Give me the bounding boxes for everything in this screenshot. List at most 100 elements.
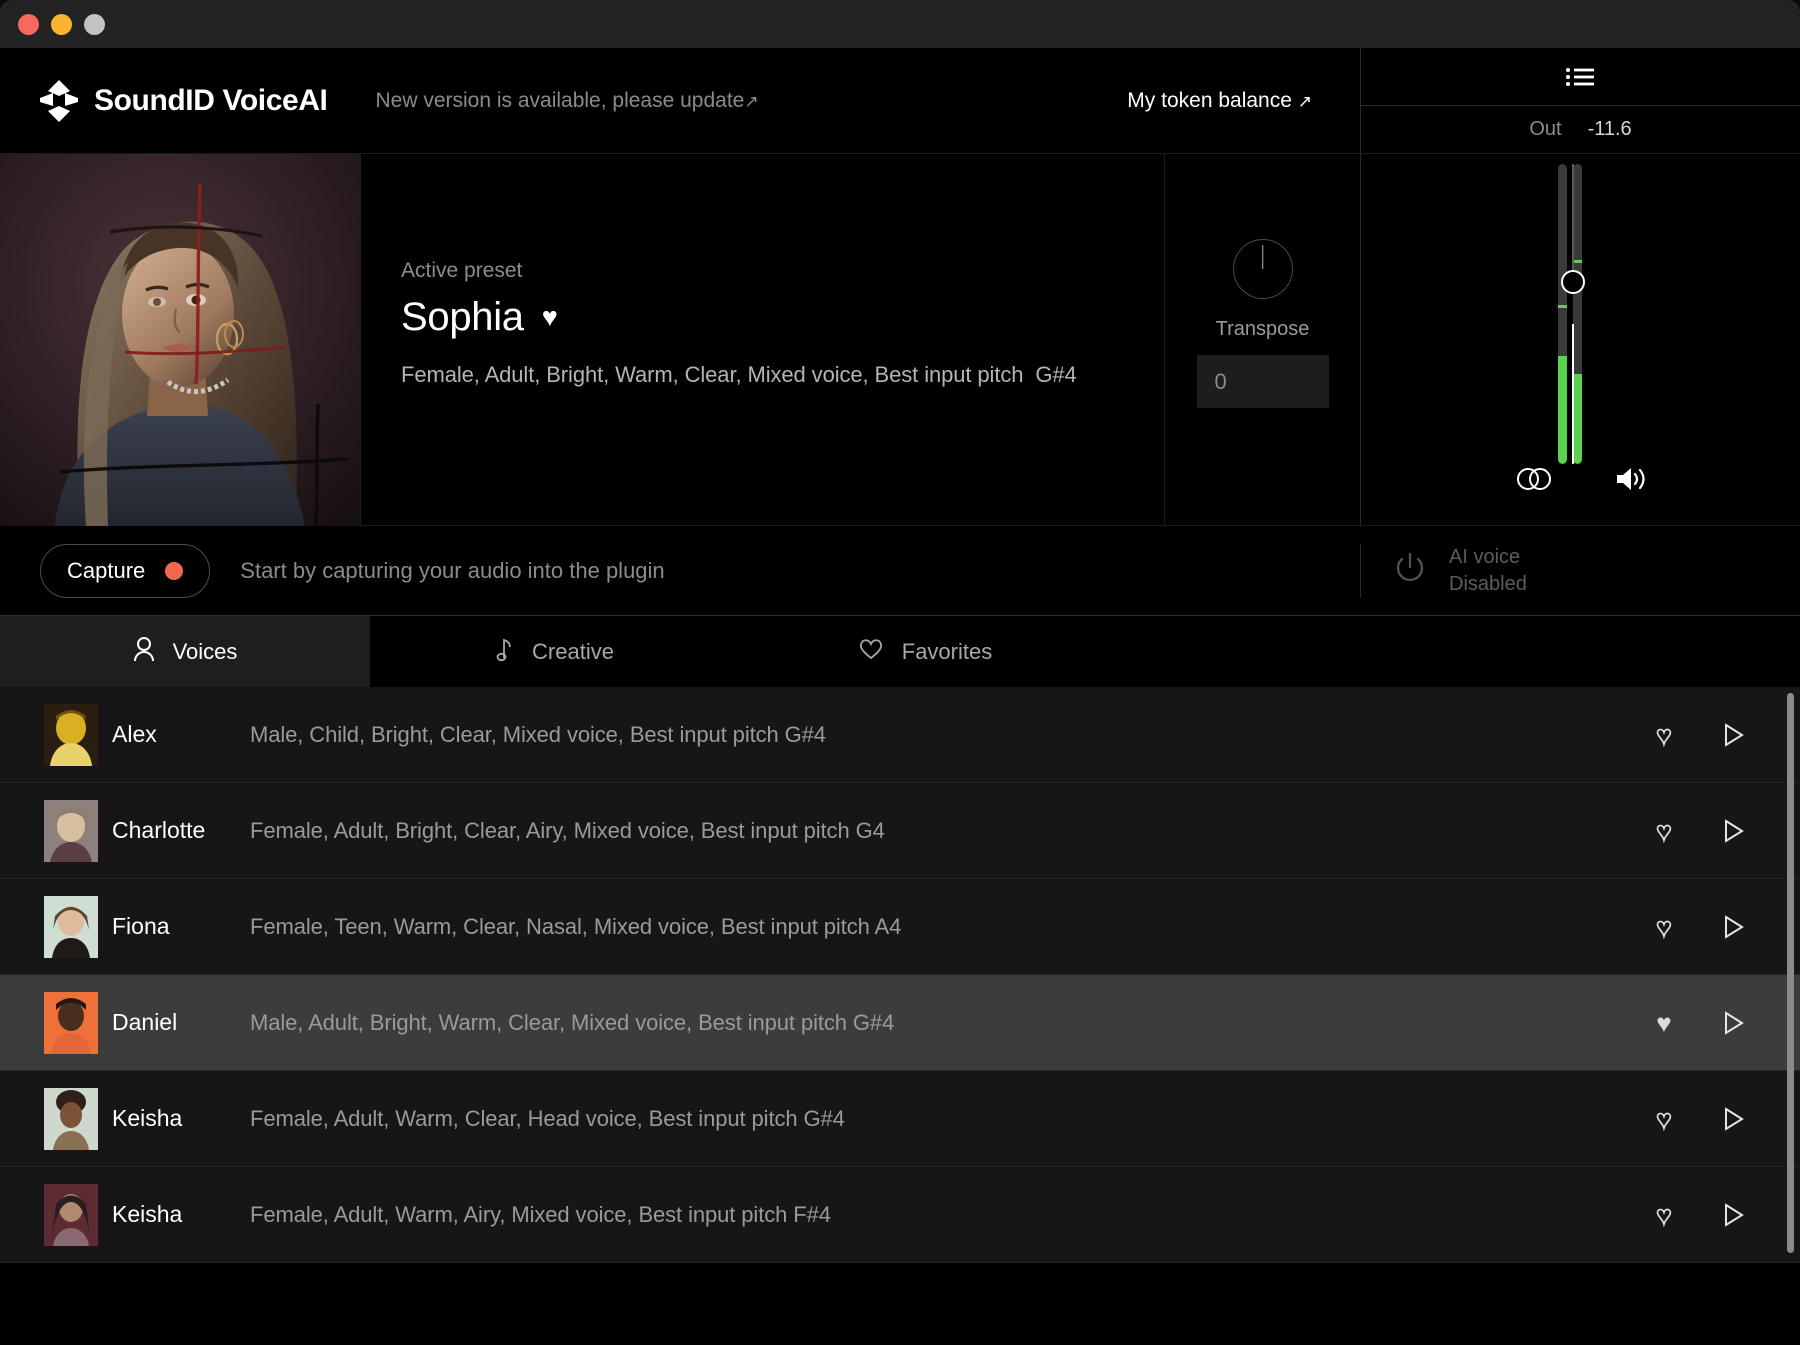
table-row[interactable]: Daniel Male, Adult, Bright, Warm, Clear,… xyxy=(0,975,1800,1071)
speaker-icon[interactable] xyxy=(1614,466,1648,497)
tab-voices[interactable]: Voices xyxy=(0,616,370,687)
preset-best-input-pitch: G#4 xyxy=(1035,362,1076,387)
soundid-voiceai-window: SoundID VoiceAI New version is available… xyxy=(0,0,1800,1345)
play-icon xyxy=(1723,1203,1745,1227)
zoom-window-button[interactable] xyxy=(84,14,105,35)
heart-icon: ♥ xyxy=(1656,914,1671,940)
ai-voice-title: AI voice xyxy=(1449,544,1527,571)
voice-description: Female, Teen, Warm, Clear, Nasal, Mixed … xyxy=(250,914,901,940)
tab-favorites[interactable]: Favorites xyxy=(740,616,1110,687)
capture-button-label: Capture xyxy=(67,558,145,584)
play-icon xyxy=(1723,1107,1745,1131)
favorite-toggle[interactable]: ♥ xyxy=(1632,1202,1696,1228)
preset-name-row: Sophia ♥ xyxy=(401,295,1164,340)
external-link-arrow-icon: ↗ xyxy=(744,92,758,112)
fader-track-lower xyxy=(1572,324,1574,464)
brand: SoundID VoiceAI xyxy=(40,80,327,122)
tab-creative[interactable]: Creative xyxy=(370,616,740,687)
meters-wrap xyxy=(1481,164,1681,464)
voice-list-scrollbar[interactable] xyxy=(1787,693,1794,1253)
window-titlebar xyxy=(0,0,1800,48)
capture-bar: Capture Start by capturing your audio in… xyxy=(0,525,1800,615)
record-dot-icon xyxy=(165,562,183,580)
out-value: -11.6 xyxy=(1588,118,1632,141)
stereo-link-icon[interactable] xyxy=(1514,466,1554,497)
play-preview-button[interactable] xyxy=(1702,1011,1766,1035)
capture-hint-text: Start by capturing your audio into the p… xyxy=(240,558,664,584)
output-meter-panel xyxy=(1360,154,1800,525)
avatar xyxy=(44,1184,98,1246)
note-icon xyxy=(496,636,514,667)
output-fader[interactable] xyxy=(1558,164,1588,464)
transpose-value-input[interactable]: 0 xyxy=(1197,355,1329,408)
voice-list: Alex Male, Child, Bright, Clear, Mixed v… xyxy=(0,687,1800,1301)
capture-button[interactable]: Capture xyxy=(40,544,210,598)
update-notice-text: New version is available, please update xyxy=(375,89,744,112)
output-level-readout: Out -11.6 xyxy=(1361,106,1800,153)
output-icon-row xyxy=(1361,466,1800,497)
app-header: SoundID VoiceAI New version is available… xyxy=(0,48,1800,153)
play-preview-button[interactable] xyxy=(1702,1203,1766,1227)
favorite-toggle[interactable]: ♥ xyxy=(1632,818,1696,844)
my-token-balance-link[interactable]: My token balance ↗ xyxy=(1127,89,1312,113)
person-icon xyxy=(133,636,155,667)
voice-name: Charlotte xyxy=(112,817,250,844)
voice-description: Male, Child, Bright, Clear, Mixed voice,… xyxy=(250,722,826,748)
voice-name: Alex xyxy=(112,721,250,748)
minimize-window-button[interactable] xyxy=(51,14,72,35)
ai-voice-state: Disabled xyxy=(1449,571,1527,598)
play-icon xyxy=(1723,723,1745,747)
table-row[interactable]: Fiona Female, Teen, Warm, Clear, Nasal, … xyxy=(0,879,1800,975)
voice-description: Female, Adult, Warm, Clear, Head voice, … xyxy=(250,1106,845,1132)
power-icon[interactable] xyxy=(1391,549,1429,592)
preset-list-button[interactable] xyxy=(1361,48,1800,106)
transpose-control: Transpose 0 xyxy=(1164,154,1360,525)
voice-name: Daniel xyxy=(112,1009,250,1036)
capture-left-group: Capture Start by capturing your audio in… xyxy=(0,544,1360,598)
update-notice-link[interactable]: New version is available, please update↗ xyxy=(375,89,758,113)
heart-outline-icon xyxy=(858,637,884,666)
ai-voice-toggle-group: AI voice Disabled xyxy=(1360,544,1800,598)
heart-filled-icon[interactable]: ♥ xyxy=(542,304,558,331)
fader-handle[interactable] xyxy=(1561,270,1585,294)
external-link-arrow-icon: ↗ xyxy=(1298,92,1312,112)
play-preview-button[interactable] xyxy=(1702,723,1766,747)
preset-artwork xyxy=(0,154,360,526)
voice-description: Male, Adult, Bright, Warm, Clear, Mixed … xyxy=(250,1010,894,1036)
tab-favorites-label: Favorites xyxy=(902,639,992,665)
play-preview-button[interactable] xyxy=(1702,1107,1766,1131)
play-icon xyxy=(1723,915,1745,939)
header-right-group: My token balance ↗ xyxy=(960,48,1360,153)
heart-icon: ♥ xyxy=(1656,722,1671,748)
play-icon xyxy=(1723,1011,1745,1035)
avatar xyxy=(44,704,98,766)
close-window-button[interactable] xyxy=(18,14,39,35)
favorite-toggle[interactable]: ♥ xyxy=(1632,722,1696,748)
header-left-group: SoundID VoiceAI New version is available… xyxy=(0,48,960,153)
voice-description: Female, Adult, Bright, Clear, Airy, Mixe… xyxy=(250,818,885,844)
play-preview-button[interactable] xyxy=(1702,819,1766,843)
library-tabs: Voices Creative Favorites xyxy=(0,615,1800,687)
table-row[interactable]: Keisha Female, Adult, Warm, Clear, Head … xyxy=(0,1071,1800,1167)
transpose-knob[interactable] xyxy=(1233,239,1293,299)
table-row[interactable]: Charlotte Female, Adult, Bright, Clear, … xyxy=(0,783,1800,879)
table-row[interactable]: Keisha Female, Adult, Warm, Airy, Mixed … xyxy=(0,1167,1800,1263)
favorite-toggle[interactable]: ♥ xyxy=(1632,1106,1696,1132)
out-label: Out xyxy=(1529,118,1561,141)
table-row[interactable]: Alex Male, Child, Bright, Clear, Mixed v… xyxy=(0,687,1800,783)
tab-creative-label: Creative xyxy=(532,639,614,665)
tab-voices-label: Voices xyxy=(173,639,238,665)
avatar xyxy=(44,800,98,862)
preset-name: Sophia xyxy=(401,295,524,340)
heart-icon: ♥ xyxy=(1656,1106,1671,1132)
soundid-logo-icon xyxy=(40,80,78,122)
voice-name: Keisha xyxy=(112,1105,250,1132)
play-icon xyxy=(1723,819,1745,843)
heart-icon: ♥ xyxy=(1656,1010,1671,1036)
voice-name: Keisha xyxy=(112,1201,250,1228)
brand-title: SoundID VoiceAI xyxy=(94,84,327,118)
favorite-toggle[interactable]: ♥ xyxy=(1632,914,1696,940)
play-preview-button[interactable] xyxy=(1702,915,1766,939)
favorite-toggle[interactable]: ♥ xyxy=(1632,1010,1696,1036)
output-header-panel: Out -11.6 xyxy=(1360,48,1800,153)
